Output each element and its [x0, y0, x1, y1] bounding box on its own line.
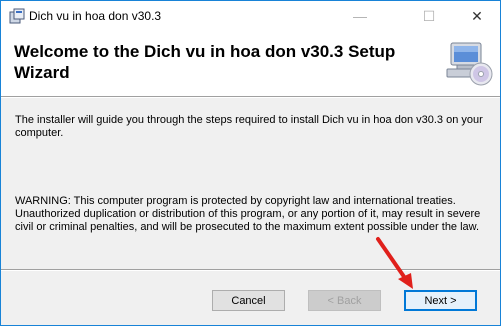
annotation-arrow-icon: [376, 237, 413, 289]
installer-window: Dich vu in hoa don v30.3 — ☐ ✕ Welcome t…: [0, 0, 501, 326]
wizard-title: Welcome to the Dich vu in hoa don v30.3 …: [14, 42, 396, 82]
window-title: Dich vu in hoa don v30.3: [29, 9, 162, 23]
computer-cd-icon: [446, 42, 493, 86]
close-button[interactable]: ✕: [454, 1, 500, 31]
next-button[interactable]: Next >: [404, 290, 477, 311]
back-button[interactable]: < Back: [308, 290, 381, 311]
title-bar[interactable]: Dich vu in hoa don v30.3 — ☐ ✕: [1, 1, 500, 31]
header-divider: [1, 96, 500, 98]
footer-divider: [1, 269, 500, 271]
cancel-button[interactable]: Cancel: [212, 290, 285, 311]
intro-text: The installer will guide you through the…: [15, 114, 483, 139]
copyright-warning-text: WARNING: This computer program is protec…: [15, 195, 481, 233]
installer-app-icon: [9, 8, 25, 24]
wizard-header: Welcome to the Dich vu in hoa don v30.3 …: [1, 31, 500, 96]
minimize-button[interactable]: —: [337, 1, 383, 31]
maximize-button[interactable]: ☐: [406, 1, 452, 31]
